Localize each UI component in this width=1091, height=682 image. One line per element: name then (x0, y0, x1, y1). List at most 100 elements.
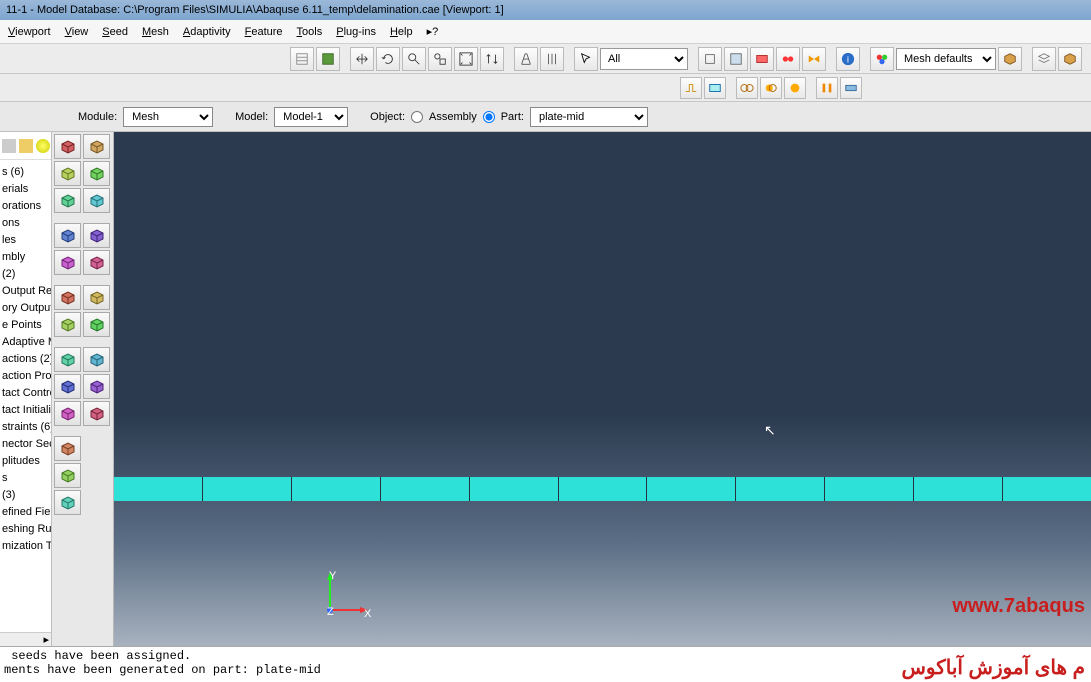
zoom-icon[interactable] (402, 47, 426, 71)
tree-item[interactable]: (3) (0, 487, 51, 504)
partition-2-icon[interactable] (83, 250, 110, 275)
menu-adaptivity[interactable]: Adaptivity (183, 26, 231, 38)
mesh-region-icon[interactable] (83, 161, 110, 186)
fit-icon[interactable] (454, 47, 478, 71)
tree-item[interactable]: Adaptive M (0, 334, 51, 351)
elem-type-icon[interactable] (54, 188, 81, 213)
menu-viewport[interactable]: Viewport (8, 26, 51, 38)
mesh-part-icon[interactable] (54, 161, 81, 186)
tree-item[interactable]: ory Output (0, 300, 51, 317)
layers-icon[interactable] (1032, 47, 1056, 71)
view-shaded-icon[interactable] (316, 47, 340, 71)
tree-item[interactable]: eshing Rul (0, 521, 51, 538)
seed-part-icon[interactable] (54, 134, 81, 159)
virtual-topo-icon[interactable] (54, 436, 81, 461)
module-dropdown[interactable]: Mesh (123, 107, 213, 127)
tree-item[interactable]: e Points (0, 317, 51, 334)
model-tree-list[interactable]: s (6)erialsorationsonslesmbly (2) Output… (0, 160, 51, 632)
watermark-url: www.7abaqus (952, 595, 1085, 618)
tree-item[interactable]: mization T (0, 538, 51, 555)
circ1-icon[interactable] (736, 77, 758, 99)
tree-item[interactable]: s (0, 470, 51, 487)
sec-a-icon[interactable] (680, 77, 702, 99)
tree-item[interactable]: mbly (0, 249, 51, 266)
tree-scrollbar[interactable]: ▸ (0, 632, 51, 646)
tree-item[interactable]: s (6) (0, 164, 51, 181)
tree-item[interactable]: orations (0, 198, 51, 215)
part-radio[interactable] (483, 111, 495, 123)
bar1-icon[interactable] (816, 77, 838, 99)
mesh-defaults-dropdown[interactable]: Mesh defaults (896, 48, 996, 70)
verify-icon[interactable] (83, 312, 110, 337)
tool-a-icon[interactable] (698, 47, 722, 71)
cycle-views-icon[interactable] (480, 47, 504, 71)
tool-d-icon[interactable] (776, 47, 800, 71)
select-arrow-icon[interactable] (574, 47, 598, 71)
sketch-1-icon[interactable] (54, 401, 81, 426)
tool-c-icon[interactable] (750, 47, 774, 71)
circ2-icon[interactable] (760, 77, 782, 99)
model-dropdown[interactable]: Model-1 (274, 107, 348, 127)
menu-plug-ins[interactable]: Plug-ins (336, 26, 376, 38)
partition-4-icon[interactable] (83, 285, 110, 310)
tree-item[interactable]: straints (6) (0, 419, 51, 436)
tree-item[interactable]: nector Sect (0, 436, 51, 453)
edit-mesh-icon[interactable] (54, 312, 81, 337)
datum-plane-2-icon[interactable] (83, 374, 110, 399)
cube2-icon[interactable] (1058, 47, 1082, 71)
menu-help[interactable]: Help (390, 26, 413, 38)
datum-axis-icon[interactable] (83, 347, 110, 372)
tree-item[interactable]: les (0, 232, 51, 249)
scroll-right-icon[interactable]: ▸ (43, 633, 49, 646)
tree-item[interactable]: efined Fiel (0, 504, 51, 521)
assembly-radio[interactable] (411, 111, 423, 123)
seed-edge-icon[interactable] (83, 134, 110, 159)
tree-icon-2[interactable] (19, 139, 33, 153)
viewport[interactable]: ↖ Y X Z (114, 132, 1091, 646)
whats-this-icon[interactable]: ▸? (427, 25, 439, 38)
select-filter-dropdown[interactable]: All (600, 48, 688, 70)
part-dropdown[interactable]: plate-mid (530, 107, 648, 127)
pan-icon[interactable] (350, 47, 374, 71)
tree-item[interactable]: actions (2) (0, 351, 51, 368)
partition-1-icon[interactable] (54, 250, 81, 275)
tree-item[interactable]: (2) (0, 266, 51, 283)
elem-check-icon[interactable] (83, 188, 110, 213)
tool-e-icon[interactable] (802, 47, 826, 71)
parallel-icon[interactable] (540, 47, 564, 71)
color-icon[interactable] (870, 47, 894, 71)
menu-seed[interactable]: Seed (102, 26, 128, 38)
menu-view[interactable]: View (65, 26, 89, 38)
circ3-icon[interactable] (784, 77, 806, 99)
tree-bulb-icon[interactable] (36, 139, 50, 153)
zoom-box-icon[interactable] (428, 47, 452, 71)
sec-b-icon[interactable] (704, 77, 726, 99)
tree-item[interactable]: action Pro (0, 368, 51, 385)
menu-mesh[interactable]: Mesh (142, 26, 169, 38)
datum-csys-icon[interactable] (54, 347, 81, 372)
bar2-icon[interactable] (840, 77, 862, 99)
cube1-icon[interactable] (998, 47, 1022, 71)
tree-icon-1[interactable] (2, 139, 16, 153)
orient-icon[interactable] (83, 223, 110, 248)
tool-b-icon[interactable] (724, 47, 748, 71)
tree-item[interactable]: tact Initializ (0, 402, 51, 419)
watermark-text: م های آموزش آباکوس (901, 655, 1085, 680)
rotate-icon[interactable] (376, 47, 400, 71)
tree-item[interactable]: Output Re (0, 283, 51, 300)
datum-plane-1-icon[interactable] (54, 374, 81, 399)
tree-item[interactable]: ons (0, 215, 51, 232)
tree-item[interactable]: erials (0, 181, 51, 198)
deform-icon[interactable] (54, 463, 81, 488)
view-wire-icon[interactable] (290, 47, 314, 71)
options-icon[interactable] (54, 490, 81, 515)
info-icon[interactable]: i (836, 47, 860, 71)
menu-feature[interactable]: Feature (245, 26, 283, 38)
tree-item[interactable]: plitudes (0, 453, 51, 470)
menu-tools[interactable]: Tools (297, 26, 323, 38)
partition-3-icon[interactable] (54, 285, 81, 310)
assign-stack-icon[interactable] (54, 223, 81, 248)
tree-item[interactable]: tact Contro (0, 385, 51, 402)
perspective-icon[interactable] (514, 47, 538, 71)
sketch-2-icon[interactable] (83, 401, 110, 426)
